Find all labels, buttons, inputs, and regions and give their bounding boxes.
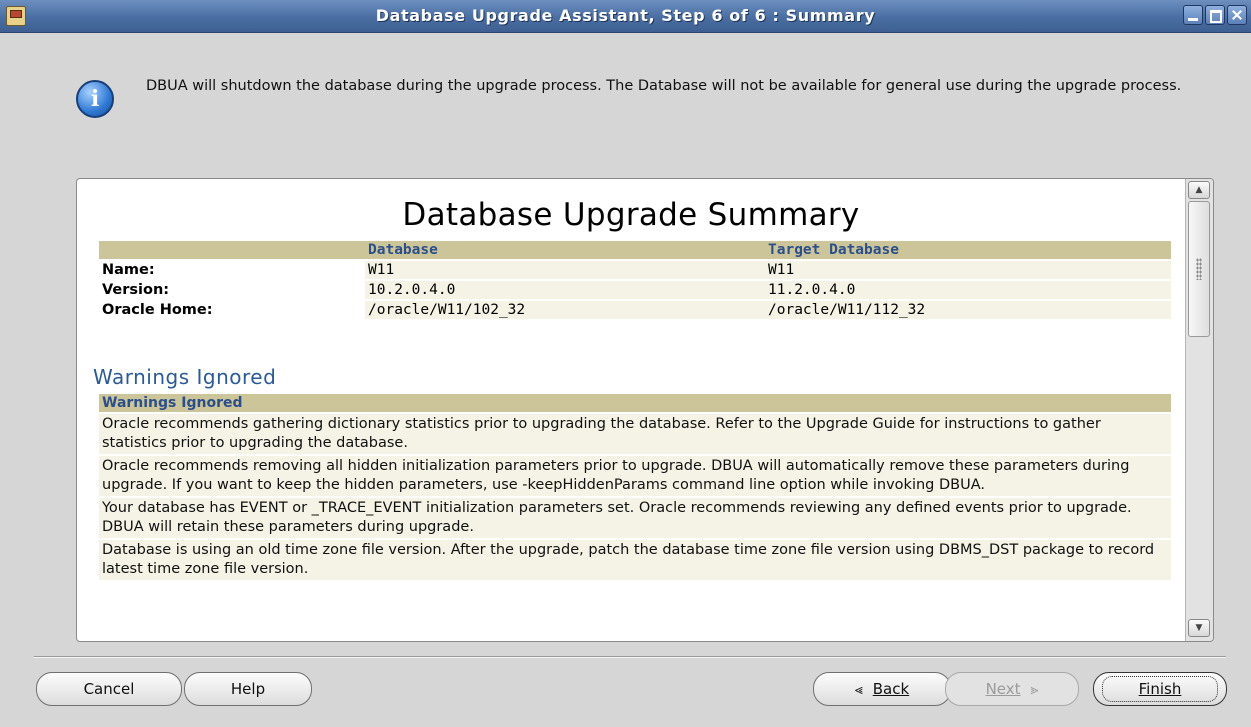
summary-col-target: Target Database bbox=[765, 241, 1171, 259]
row-label: Oracle Home: bbox=[99, 301, 365, 319]
warning-text: Database is using an old time zone file … bbox=[99, 540, 1171, 580]
help-button[interactable]: Help bbox=[184, 672, 312, 706]
scroll-down-button[interactable]: ▼ bbox=[1188, 619, 1210, 637]
warning-row: Oracle recommends gathering dictionary s… bbox=[99, 414, 1171, 454]
window-title: Database Upgrade Assistant, Step 6 of 6 … bbox=[375, 6, 876, 25]
warnings-header-row: Warnings Ignored bbox=[99, 394, 1171, 412]
summary-row-oracle-home: Oracle Home: /oracle/W11/102_32 /oracle/… bbox=[99, 301, 1171, 319]
finish-button[interactable]: Finish bbox=[1093, 672, 1227, 706]
back-label: Back bbox=[872, 680, 910, 698]
warning-text: Oracle recommends removing all hidden in… bbox=[99, 456, 1171, 496]
warning-row: Oracle recommends removing all hidden in… bbox=[99, 456, 1171, 496]
scroll-thumb[interactable] bbox=[1188, 201, 1210, 337]
button-separator bbox=[34, 656, 1226, 658]
summary-row-version: Version: 10.2.0.4.0 11.2.0.4.0 bbox=[99, 281, 1171, 299]
back-button[interactable]: ⪡ Back bbox=[813, 672, 951, 706]
source-value: 10.2.0.4.0 bbox=[365, 281, 765, 299]
vertical-scrollbar[interactable]: ▲ ▼ bbox=[1185, 179, 1213, 641]
cancel-button[interactable]: Cancel bbox=[36, 672, 182, 706]
warning-text: Oracle recommends gathering dictionary s… bbox=[99, 414, 1171, 454]
finish-label: Finish bbox=[1138, 680, 1182, 698]
target-value: W11 bbox=[765, 261, 1171, 279]
info-message: DBUA will shutdown the database during t… bbox=[146, 78, 1182, 94]
warnings-col-header: Warnings Ignored bbox=[99, 394, 1171, 412]
info-icon: i bbox=[76, 80, 114, 118]
summary-panel: Database Upgrade Summary Database Target… bbox=[76, 178, 1214, 642]
warning-row: Database is using an old time zone file … bbox=[99, 540, 1171, 580]
close-button[interactable] bbox=[1227, 5, 1247, 25]
row-label: Version: bbox=[99, 281, 365, 299]
title-bar: Database Upgrade Assistant, Step 6 of 6 … bbox=[0, 0, 1251, 33]
target-value: /oracle/W11/112_32 bbox=[765, 301, 1171, 319]
warnings-table: Warnings Ignored Oracle recommends gathe… bbox=[99, 392, 1171, 582]
help-label: Help bbox=[230, 680, 266, 698]
source-value: W11 bbox=[365, 261, 765, 279]
next-button[interactable]: Next ⪢ bbox=[945, 672, 1079, 706]
warning-text: Your database has EVENT or _TRACE_EVENT … bbox=[99, 498, 1171, 538]
summary-col-label bbox=[99, 241, 365, 259]
summary-table: Database Target Database Name: W11 W11 V… bbox=[99, 239, 1171, 321]
source-value: /oracle/W11/102_32 bbox=[365, 301, 765, 319]
finish-focus-ring: Finish bbox=[1102, 676, 1218, 702]
minimize-button[interactable] bbox=[1183, 5, 1203, 25]
maximize-button[interactable] bbox=[1205, 5, 1225, 25]
warnings-heading: Warnings Ignored bbox=[93, 365, 277, 389]
warning-row: Your database has EVENT or _TRACE_EVENT … bbox=[99, 498, 1171, 538]
row-label: Name: bbox=[99, 261, 365, 279]
summary-col-database: Database bbox=[365, 241, 765, 259]
chevron-right-icon: ⪢ bbox=[1030, 682, 1039, 698]
grip-icon bbox=[1196, 258, 1202, 280]
target-value: 11.2.0.4.0 bbox=[765, 281, 1171, 299]
cancel-label: Cancel bbox=[83, 680, 135, 698]
summary-row-name: Name: W11 W11 bbox=[99, 261, 1171, 279]
next-label: Next bbox=[985, 680, 1021, 698]
summary-header-row: Database Target Database bbox=[99, 241, 1171, 259]
summary-heading: Database Upgrade Summary bbox=[402, 197, 860, 233]
chevron-left-icon: ⪡ bbox=[854, 682, 863, 698]
scroll-up-button[interactable]: ▲ bbox=[1188, 181, 1210, 199]
summary-content: Database Upgrade Summary Database Target… bbox=[77, 179, 1185, 641]
